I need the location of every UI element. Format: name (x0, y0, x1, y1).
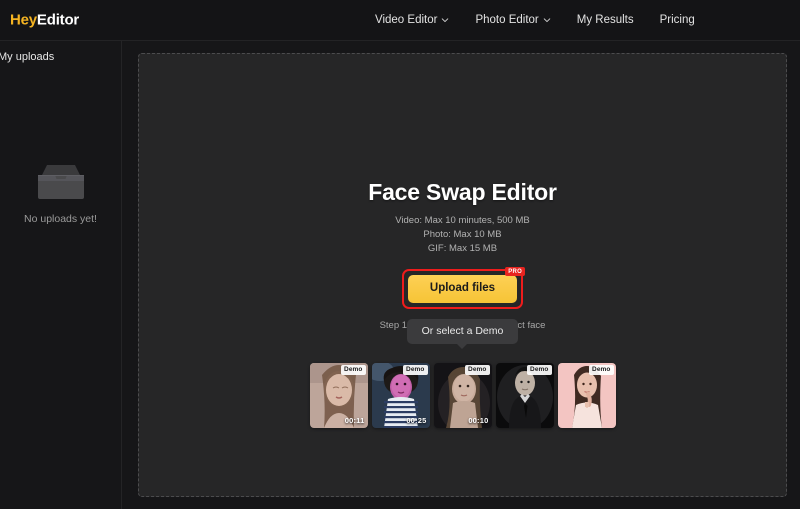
demo-duration: 00:11 (344, 416, 365, 425)
page-body: My uploads No uploads yet! Face Swap Edi (0, 41, 800, 509)
logo-text-secondary: Editor (36, 11, 80, 29)
upload-button-highlight: Upload files PRO (401, 267, 526, 309)
demo-badge: Demo (341, 364, 366, 375)
chevron-down-icon (543, 16, 551, 24)
demo-badge: Demo (465, 364, 490, 375)
hero-block: Face Swap Editor Video: Max 10 minutes, … (139, 179, 786, 331)
spec-gif: GIF: Max 15 MB (427, 242, 498, 254)
page-root: HeyEditor Video Editor Photo Editor My R… (0, 0, 800, 509)
page-title: Face Swap Editor (368, 179, 557, 205)
nav-item-label: Pricing (659, 13, 695, 26)
uploads-sidebar: My uploads No uploads yet! (0, 41, 122, 509)
spec-list: Video: Max 10 minutes, 500 MB Photo: Max… (395, 215, 529, 255)
nav-item-pricing[interactable]: Pricing (659, 13, 695, 27)
nav-item-video-editor[interactable]: Video Editor (375, 13, 449, 27)
nav-item-my-results[interactable]: My Results (576, 13, 634, 27)
logo-text-primary: Hey (10, 11, 37, 29)
demo-thumbnail-strip: Demo 00:11 Demo 00:25 Demo 00:10 Demo De… (309, 362, 616, 428)
demo-badge: Demo (403, 364, 428, 375)
demo-badge: Demo (527, 364, 552, 375)
demo-duration: 00:10 (468, 416, 489, 425)
demo-card[interactable]: Demo 00:11 (309, 362, 368, 428)
demo-card[interactable]: Demo (557, 362, 616, 428)
main-content: Face Swap Editor Video: Max 10 minutes, … (122, 41, 800, 509)
demo-card[interactable]: Demo 00:25 (371, 362, 430, 428)
empty-tray-icon (32, 161, 90, 203)
sidebar-title: My uploads (0, 51, 55, 63)
spec-photo: Photo: Max 10 MB (423, 228, 502, 240)
demo-section: Or select a Demo Demo 00:11 Demo 00:25 D… (139, 319, 786, 428)
uploads-empty-state: No uploads yet! (0, 161, 121, 225)
file-dropzone[interactable]: Face Swap Editor Video: Max 10 minutes, … (138, 53, 787, 497)
main-navigation: Video Editor Photo Editor My Results Pri… (375, 0, 695, 41)
nav-item-label: Photo Editor (475, 13, 539, 26)
demo-badge: Demo (589, 364, 614, 375)
logo[interactable]: HeyEditor (10, 12, 79, 29)
demo-card[interactable]: Demo (495, 362, 554, 428)
site-header: HeyEditor Video Editor Photo Editor My R… (0, 0, 800, 41)
chevron-down-icon (441, 16, 449, 24)
nav-item-label: Video Editor (375, 13, 438, 26)
upload-files-button[interactable]: Upload files (407, 275, 518, 303)
nav-item-photo-editor[interactable]: Photo Editor (475, 13, 551, 27)
nav-item-label: My Results (576, 13, 634, 26)
select-demo-button[interactable]: Or select a Demo (406, 319, 519, 348)
uploads-empty-text: No uploads yet! (24, 213, 97, 225)
spec-video: Video: Max 10 minutes, 500 MB (395, 215, 530, 226)
demo-duration: 00:25 (406, 416, 427, 425)
demo-card[interactable]: Demo 00:10 (433, 362, 492, 428)
